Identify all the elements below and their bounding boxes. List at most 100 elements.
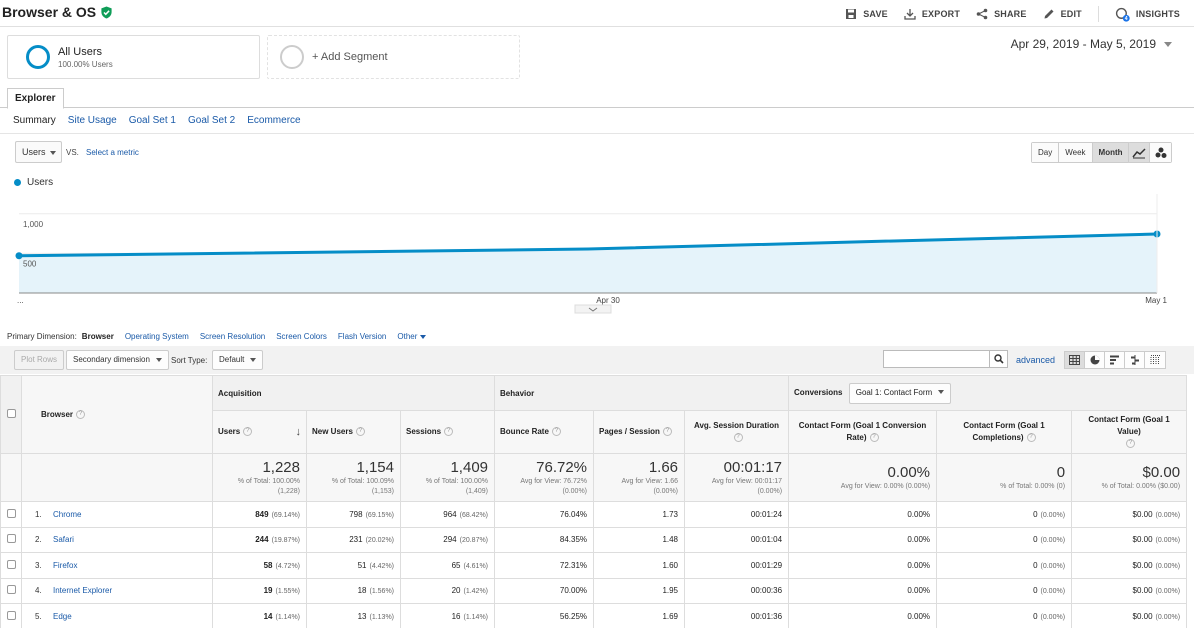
bounce-rate-value: 56.25% xyxy=(559,611,588,621)
browser-column-label: Browser xyxy=(41,409,74,419)
new-users-column-header[interactable]: New Users? xyxy=(306,410,401,454)
pivot-icon xyxy=(1150,355,1160,364)
help-icon[interactable]: ? xyxy=(1126,439,1136,449)
browser-link[interactable]: Safari xyxy=(53,535,74,544)
avg-duration-cell: 00:01:04 xyxy=(684,526,790,553)
granularity-month-button[interactable]: Month xyxy=(1092,143,1129,162)
avg-duration-cell: 00:01:36 xyxy=(684,603,790,628)
goal-select[interactable]: Goal 1: Contact Form xyxy=(848,382,952,404)
performance-view-button[interactable] xyxy=(1105,352,1125,368)
table-search-input[interactable] xyxy=(884,351,988,367)
subtab-goal-set-1[interactable]: Goal Set 1 xyxy=(129,115,176,126)
select-metric-link[interactable]: Select a metric xyxy=(86,148,139,157)
subtab-ecommerce[interactable]: Ecommerce xyxy=(247,115,300,126)
bounce-rate-cell: 84.35% xyxy=(494,526,595,553)
browser-column-header[interactable]: Browser? xyxy=(21,375,213,454)
pages-session-value: 1.60 xyxy=(662,560,679,570)
select-all-checkbox[interactable] xyxy=(6,409,16,418)
avg-duration-value: 00:00:36 xyxy=(750,586,783,596)
search-button[interactable] xyxy=(989,351,1007,367)
help-icon[interactable]: ? xyxy=(76,410,86,420)
behavior-group-header: Behavior xyxy=(494,375,790,411)
add-segment-button[interactable]: + Add Segment xyxy=(267,35,520,79)
new-users-pct: (1.13%) xyxy=(369,613,394,621)
dimension-browser[interactable]: Browser xyxy=(82,332,114,341)
help-icon[interactable]: ? xyxy=(1026,433,1036,443)
goal-value-column-header[interactable]: Contact Form (Goal 1 Value)? xyxy=(1071,410,1188,454)
browser-link[interactable]: Edge xyxy=(53,612,72,621)
line-chart-button[interactable] xyxy=(1129,143,1150,162)
row-checkbox[interactable] xyxy=(6,559,16,569)
table-view-toggle xyxy=(1064,351,1166,369)
dimension-screen-colors[interactable]: Screen Colors xyxy=(276,332,327,341)
bounce-rate-column-header[interactable]: Bounce Rate? xyxy=(494,410,595,454)
dimension-other[interactable]: Other xyxy=(397,332,426,341)
completions-pct: (0.00%) xyxy=(1040,511,1066,519)
grid-icon xyxy=(1069,355,1080,365)
row-checkbox[interactable] xyxy=(6,534,16,544)
pencil-icon xyxy=(1044,9,1054,19)
term-cloud-view-button[interactable] xyxy=(1145,352,1165,368)
chevron-down-icon xyxy=(938,390,945,395)
help-icon[interactable]: ? xyxy=(444,427,454,437)
help-icon[interactable]: ? xyxy=(243,427,253,437)
pie-view-button[interactable] xyxy=(1085,352,1105,368)
completions-pct: (0.00%) xyxy=(1040,588,1066,596)
comparison-view-button[interactable] xyxy=(1125,352,1145,368)
subtab-site-usage[interactable]: Site Usage xyxy=(68,115,117,126)
completions-cell: 0 (0.00%) xyxy=(936,552,1073,579)
subtab-summary[interactable]: Summary xyxy=(13,115,56,126)
sort-type-select[interactable]: Default xyxy=(212,350,264,370)
data-table-view-button[interactable] xyxy=(1065,352,1085,368)
completions-pct: (0.00%) xyxy=(1040,562,1066,570)
granularity-day-button[interactable]: Day xyxy=(1032,143,1060,162)
help-icon[interactable]: ? xyxy=(551,427,561,437)
total-pages-session: 1.66 Avg for View: 1.66 (0.00%) xyxy=(593,453,686,502)
sessions-column-header[interactable]: Sessions? xyxy=(399,410,496,454)
conversion-rate-column-header[interactable]: Contact Form (Goal 1 Conversion Rate)? xyxy=(788,410,938,454)
browser-link[interactable]: Internet Explorer xyxy=(53,586,112,595)
help-icon[interactable]: ? xyxy=(869,433,879,443)
motion-chart-button[interactable] xyxy=(1150,143,1171,162)
dimension-screen-resolution[interactable]: Screen Resolution xyxy=(200,332,265,341)
legend-dot-users xyxy=(14,179,21,186)
completions-cell: 0 (0.00%) xyxy=(936,577,1073,604)
tab-explorer[interactable]: Explorer xyxy=(7,88,64,109)
subtab-goal-set-2[interactable]: Goal Set 2 xyxy=(188,115,235,126)
dimension-operating-system[interactable]: Operating System xyxy=(125,332,189,341)
advanced-filter-link[interactable]: advanced xyxy=(1016,355,1055,365)
help-icon[interactable]: ? xyxy=(662,427,672,437)
edit-button[interactable]: EDIT xyxy=(1043,8,1082,20)
granularity-week-button[interactable]: Week xyxy=(1059,143,1093,162)
date-range-picker[interactable]: Apr 29, 2019 - May 5, 2019 xyxy=(1011,37,1172,51)
metric-select[interactable]: Users xyxy=(15,141,62,163)
row-checkbox-cell xyxy=(0,577,22,604)
browser-link[interactable]: Firefox xyxy=(53,561,77,570)
share-button[interactable]: SHARE xyxy=(976,8,1027,20)
users-area-fill xyxy=(19,233,1157,293)
dimension-flash-version[interactable]: Flash Version xyxy=(338,332,386,341)
browser-cell: 2. Safari xyxy=(21,526,213,553)
report-header: Browser & OS SAVE EXPORT SHARE EDIT 4 IN… xyxy=(0,0,1194,27)
totals-spacer xyxy=(0,453,22,502)
empty-segment-icon xyxy=(280,45,304,69)
plot-rows-button[interactable]: Plot Rows xyxy=(14,350,65,370)
completions-column-header[interactable]: Contact Form (Goal 1 Completions)? xyxy=(936,410,1073,454)
help-icon[interactable]: ? xyxy=(733,433,743,443)
sessions-value: 65 xyxy=(451,560,461,570)
new-users-cell: 51 (4.42%) xyxy=(306,552,401,579)
insights-button[interactable]: 4 INSIGHTS xyxy=(1115,7,1180,22)
row-checkbox[interactable] xyxy=(6,585,16,595)
secondary-dimension-select[interactable]: Secondary dimension xyxy=(66,350,169,370)
help-icon[interactable]: ? xyxy=(355,427,365,437)
row-checkbox[interactable] xyxy=(6,610,16,620)
avg-duration-column-header[interactable]: Avg. Session Duration? xyxy=(684,410,790,454)
save-button[interactable]: SAVE xyxy=(845,8,888,20)
total-pages-session-value: 1.66 xyxy=(648,459,679,476)
row-checkbox[interactable] xyxy=(6,508,16,518)
browser-link[interactable]: Chrome xyxy=(53,510,81,519)
export-button[interactable]: EXPORT xyxy=(904,8,960,20)
users-column-header[interactable]: Users? ↓ xyxy=(212,410,307,454)
pages-session-column-header[interactable]: Pages / Session? xyxy=(593,410,686,454)
segment-all-users[interactable]: All Users 100.00% Users xyxy=(7,35,260,79)
